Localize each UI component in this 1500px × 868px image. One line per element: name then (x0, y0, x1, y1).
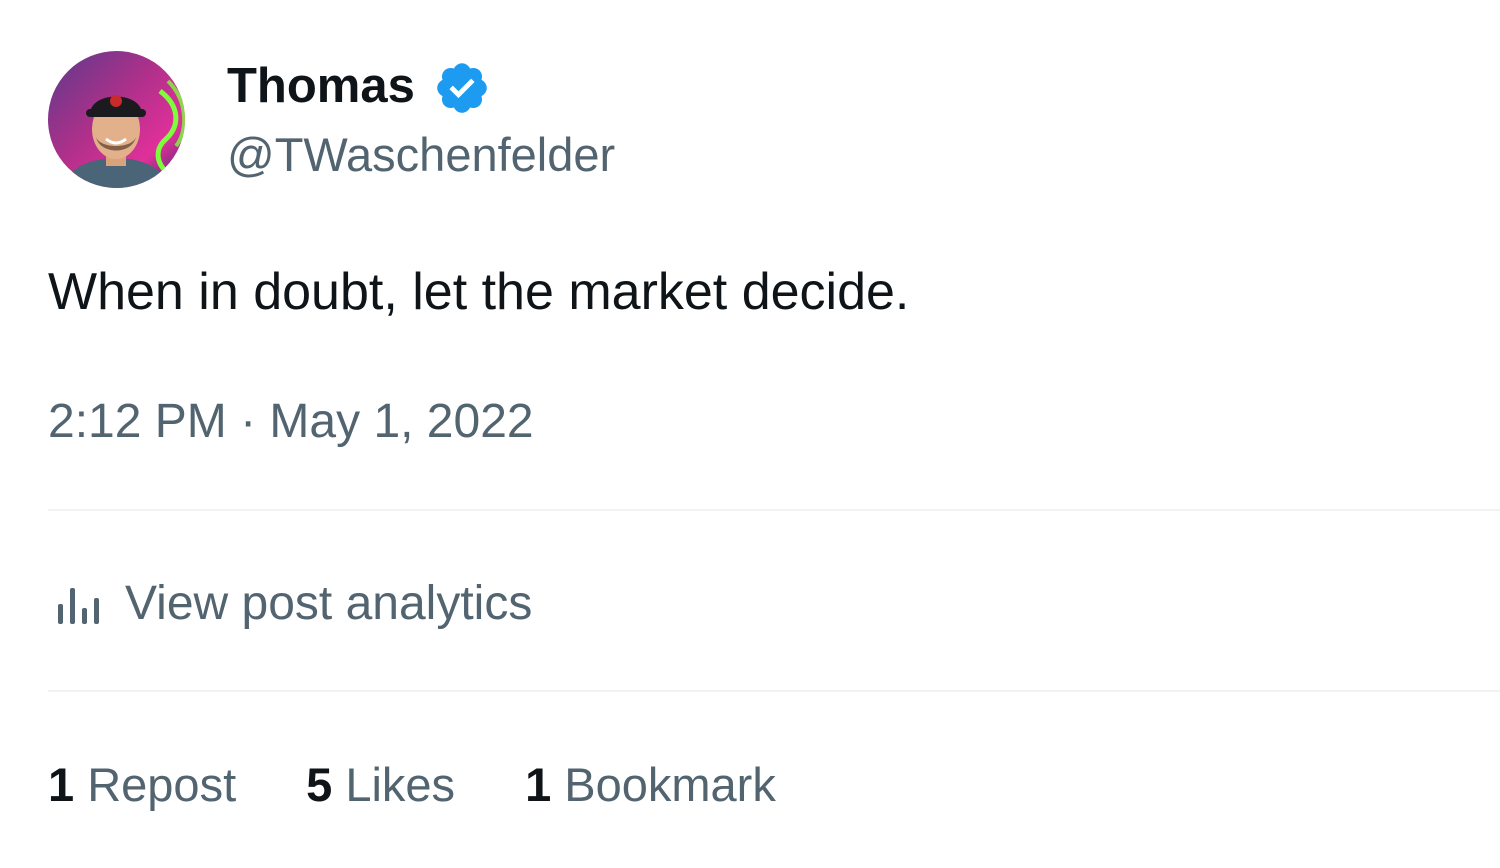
stat-label: Likes (345, 758, 456, 811)
verified-badge-icon (437, 63, 487, 113)
stat-label: Bookmark (564, 758, 776, 811)
divider (48, 509, 1500, 511)
bookmark-count[interactable]: 1 Bookmark (525, 757, 776, 813)
author-handle[interactable]: @TWaschenfelder (227, 128, 615, 182)
repost-count[interactable]: 1 Repost (48, 757, 236, 813)
stat-label: Repost (87, 758, 237, 811)
stat-number: 5 (306, 758, 333, 811)
likes-count[interactable]: 5 Likes (306, 757, 455, 813)
analytics-bar-icon (58, 588, 99, 624)
profile-photo (48, 51, 185, 188)
stat-number: 1 (48, 758, 75, 811)
post-date[interactable]: May 1, 2022 (269, 395, 533, 448)
post-time[interactable]: 2:12 PM (48, 395, 227, 448)
author-display-name[interactable]: Thomas (227, 58, 415, 114)
stat-number: 1 (525, 758, 552, 811)
view-post-analytics-link[interactable]: View post analytics (55, 574, 532, 634)
post-stats: 1 Repost 5 Likes 1 Bookmark (48, 757, 846, 813)
meta-separator: · (226, 395, 270, 448)
avatar[interactable] (48, 51, 185, 188)
post-text: When in doubt, let the market decide. (48, 263, 910, 321)
post-timestamp: 2:12 PM · May 1, 2022 (48, 394, 534, 450)
analytics-label: View post analytics (125, 577, 533, 630)
divider (48, 690, 1500, 692)
